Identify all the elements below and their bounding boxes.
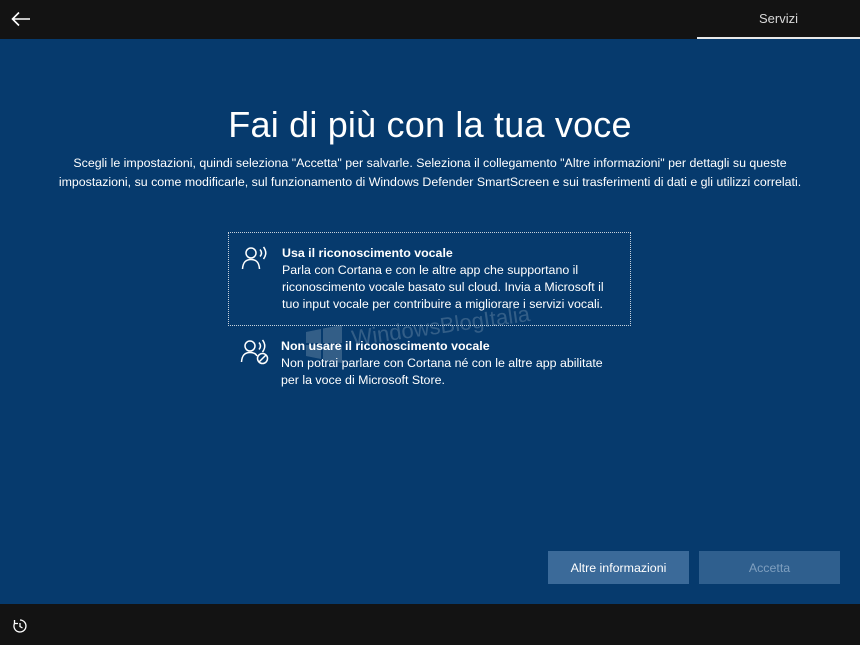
back-arrow-icon: [11, 11, 30, 27]
more-info-button[interactable]: Altre informazioni: [548, 551, 689, 584]
ease-of-access-button[interactable]: [10, 616, 30, 636]
ease-of-access-icon: [13, 619, 27, 633]
option-use-speech-recognition[interactable]: Usa il riconoscimento vocale Parla con C…: [228, 232, 631, 326]
option-title: Non usare il riconoscimento vocale: [281, 339, 490, 353]
speech-recognition-icon: [241, 246, 267, 270]
page-description: Scegli le impostazioni, quindi seleziona…: [58, 156, 802, 189]
option-no-speech-recognition[interactable]: Non usare il riconoscimento vocale Non p…: [228, 326, 631, 398]
speech-recognition-off-icon: [240, 339, 269, 365]
page-title: Fai di più con la tua voce: [228, 104, 632, 145]
option-description: Parla con Cortana e con le altre app che…: [282, 263, 604, 311]
back-button[interactable]: [8, 6, 34, 32]
bottom-bar: [0, 604, 860, 645]
top-bar: Servizi: [0, 0, 860, 39]
accept-button[interactable]: Accetta: [699, 551, 840, 584]
tab-servizi[interactable]: Servizi: [697, 0, 860, 39]
option-description: Non potrai parlare con Cortana né con le…: [281, 356, 603, 387]
option-title: Usa il riconoscimento vocale: [282, 246, 453, 260]
